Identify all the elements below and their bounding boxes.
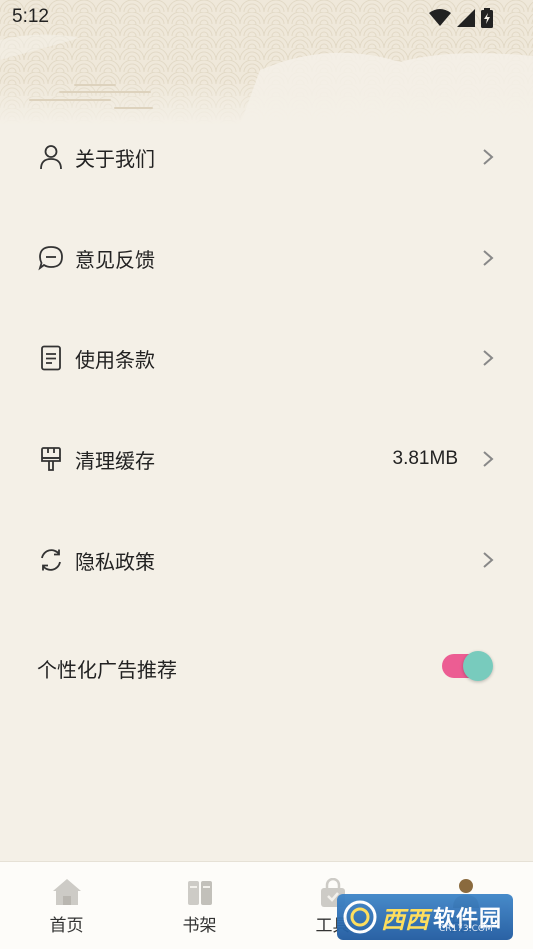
refresh-icon xyxy=(38,547,64,573)
chevron-right-icon xyxy=(483,250,494,266)
nav-label: 书架 xyxy=(182,916,217,936)
status-time: 5:12 xyxy=(12,6,49,27)
menu-label: 隐私政策 xyxy=(75,549,155,574)
watermark-brand: 西西 xyxy=(381,905,429,934)
brush-icon xyxy=(38,446,64,472)
chevron-right-icon xyxy=(483,451,494,467)
menu-label: 使用条款 xyxy=(75,347,155,372)
books-icon xyxy=(187,881,212,905)
menu-label: 清理缓存 xyxy=(75,448,155,473)
menu-item-about-us[interactable]: 关于我们 xyxy=(0,127,533,187)
home-icon xyxy=(52,879,81,905)
menu-label: 意见反馈 xyxy=(75,247,155,272)
chevron-right-icon xyxy=(483,149,494,165)
menu-item-clear-cache[interactable]: 清理缓存 3.81MB xyxy=(0,429,533,489)
menu-item-privacy-policy[interactable]: 隐私政策 xyxy=(0,530,533,590)
menu-item-feedback[interactable]: 意见反馈 xyxy=(0,228,533,288)
nav-item-home[interactable]: 首页 xyxy=(0,862,133,949)
document-icon xyxy=(38,345,64,371)
menu-item-terms[interactable]: 使用条款 xyxy=(0,328,533,388)
logo-mark-icon xyxy=(343,900,377,934)
chevron-right-icon xyxy=(483,350,494,366)
personalized-ads-row: 个性化广告推荐 xyxy=(0,637,533,697)
cache-size-value: 3.81MB xyxy=(392,448,458,469)
chat-bubble-icon xyxy=(38,245,64,271)
site-watermark-logo: 西西 软件园 CR173.COM xyxy=(337,894,513,940)
person-icon xyxy=(38,144,64,170)
watermark-site: CR173.COM xyxy=(439,924,493,934)
status-bar: 5:12 xyxy=(0,0,533,36)
signal-icon xyxy=(457,9,475,27)
nav-item-bookshelf[interactable]: 书架 xyxy=(133,862,266,949)
menu-label: 关于我们 xyxy=(75,146,155,171)
battery-icon xyxy=(481,8,493,28)
nav-label: 首页 xyxy=(49,916,84,936)
toggle-knob xyxy=(463,651,493,681)
status-icons xyxy=(429,8,493,28)
chevron-right-icon xyxy=(483,552,494,568)
personalized-ads-label: 个性化广告推荐 xyxy=(37,658,177,682)
wifi-icon xyxy=(429,9,451,26)
